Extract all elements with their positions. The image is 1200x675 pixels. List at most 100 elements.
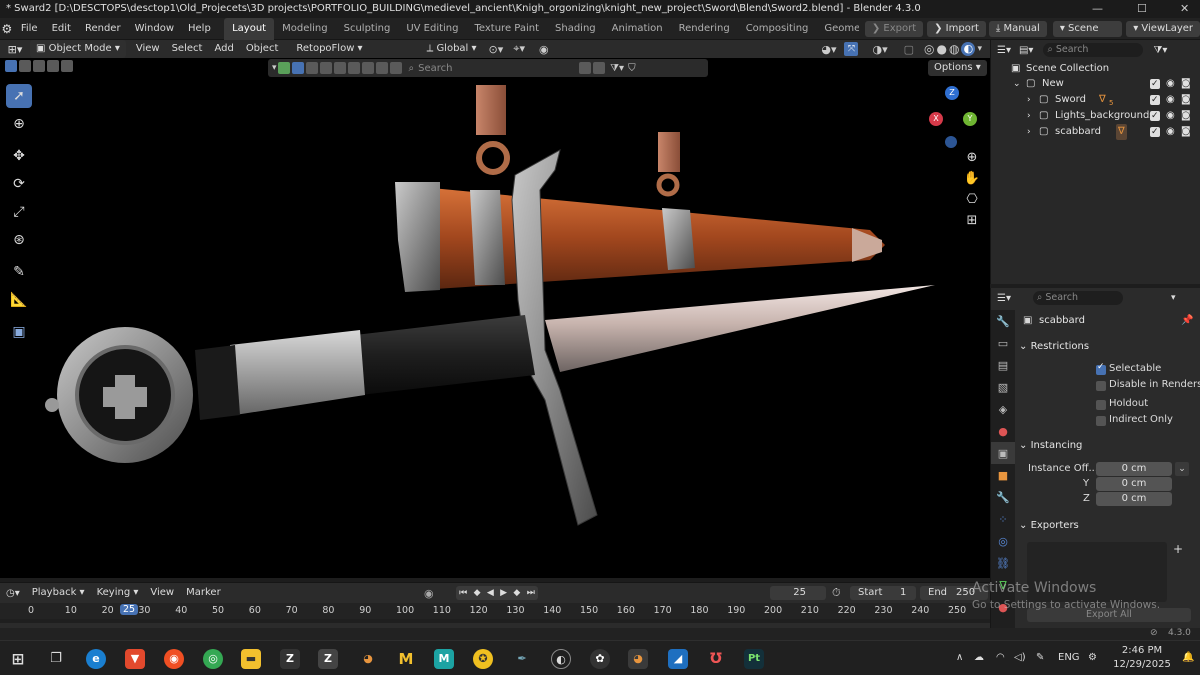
move-tool[interactable]: ✥ [6,144,32,168]
camera-icon[interactable]: ◙ [1181,76,1191,92]
collection-new-checkbox[interactable] [1150,76,1160,92]
add-cube-tool[interactable]: ▣ [6,320,32,344]
play-reverse-icon[interactable]: ◀ [487,588,494,598]
substance-painter-icon[interactable]: Pt [744,649,764,669]
menu-timeline-view[interactable]: View [144,584,180,602]
gizmo-y-axis[interactable]: Y [963,112,977,126]
outliner-item-scabbard[interactable]: › ▢ scabbard ∇ ◉ ◙ [991,124,1200,140]
shading-options-icon[interactable]: ▾ [977,44,982,54]
outliner-scene-collection[interactable]: ▣ Scene Collection [991,61,1200,77]
chevron-down-icon[interactable]: ⌄ [1175,462,1189,476]
select-intersect-icon[interactable] [61,60,73,72]
jump-start-icon[interactable]: ⏮ [459,588,467,598]
prev-keyframe-icon[interactable]: ◆ [474,588,481,598]
chevron-right-icon[interactable]: › [1027,108,1031,124]
next-keyframe-icon[interactable]: ◆ [513,588,520,598]
tab-uv-editing[interactable]: UV Editing [398,18,466,40]
selectable-checkbox[interactable] [1096,362,1106,375]
rf-tool-1-icon[interactable] [305,62,318,74]
file-explorer-icon[interactable]: ▬ [241,649,261,669]
scabbard-checkbox[interactable] [1150,124,1160,140]
tab-output-icon[interactable]: ▤ [991,354,1015,376]
camera-icon[interactable]: ◙ [1181,92,1191,108]
rf-tool-6-icon[interactable] [375,62,388,74]
language-indicator[interactable]: ENG [1058,652,1080,663]
add-exporter-icon[interactable]: + [1173,542,1183,556]
pen-app-icon[interactable]: ✒ [512,649,532,669]
maximize-icon[interactable]: ☐ [1137,2,1147,15]
chevron-down-icon[interactable]: ▾ [1171,293,1176,303]
tab-layout[interactable]: Layout [224,17,275,40]
viewport-search-input[interactable]: Search [418,63,578,74]
blender-taskbar-icon[interactable]: ◕ [358,649,378,669]
3d-viewport[interactable]: ▾ ⌕ Search ⧩▾ ⛉ Options ▾ Z X Y ⊕ ✋ ⎔ ⊞ [0,58,990,578]
instance-offset-x-field[interactable]: 0 cm [1096,462,1172,476]
eye-icon[interactable]: ◉ [1166,108,1175,124]
instance-offset-y-field[interactable]: 0 cm [1096,477,1172,491]
menu-marker[interactable]: Marker [180,584,227,602]
rf-tool-5-icon[interactable] [361,62,374,74]
annotate-tool[interactable]: ✎ [6,260,32,284]
settings-gear-icon[interactable]: ⚙ [1088,652,1097,663]
tray-chevron-icon[interactable]: ∧ [956,652,963,663]
disable-in-renders-checkbox[interactable] [1096,381,1106,391]
transform-orientation-selector[interactable]: ⟂ Global ▾ [421,40,483,58]
tab-scene-icon[interactable]: ◈ [991,398,1015,420]
taskbar-date[interactable]: 12/29/2025 [1110,659,1174,670]
pin-icon[interactable]: 📌 [1181,315,1193,326]
chevron-down-icon[interactable]: ⌄ [1013,76,1021,92]
chevron-down-icon[interactable]: ▾ [272,63,277,73]
blender-logo-icon[interactable]: ⚙ [0,22,14,36]
wifi-icon[interactable]: ◠ [996,652,1005,663]
menu-render[interactable]: Render [78,18,128,40]
stopwatch-icon[interactable]: ⏱ [832,586,841,600]
rf-tool-3-icon[interactable] [333,62,346,74]
close-icon[interactable]: ✕ [1180,2,1189,15]
exporters-section-header[interactable]: ⌄ Exporters [1019,517,1079,535]
zoom-icon[interactable]: ⊕ [962,150,982,165]
tab-compositing[interactable]: Compositing [738,18,817,40]
tab-render-icon[interactable]: ▭ [991,332,1015,354]
app-m-icon[interactable]: M [396,649,416,669]
menu-help[interactable]: Help [181,18,218,40]
outliner-filter-icon[interactable]: ⧩▾ [1153,45,1167,56]
display-mode-icon[interactable]: ▤▾ [1019,45,1033,56]
scale-tool[interactable]: ⤢ [6,200,32,224]
gizmo-neg-z-axis[interactable] [945,136,957,148]
xray-icon[interactable]: ▢ [904,43,914,56]
overlay-icon[interactable]: ◑▾ [872,43,887,56]
tab-physics-icon[interactable]: ◎ [991,530,1015,552]
camera-icon[interactable]: ◙ [1181,124,1191,140]
app-round-icon[interactable]: ✪ [473,649,493,669]
outliner-search-field[interactable]: ⌕ Search [1043,43,1144,57]
tab-sculpting[interactable]: Sculpting [336,18,399,40]
maya-icon[interactable]: M [434,649,454,669]
gizmo-x-axis[interactable]: X [929,112,943,126]
tab-rendering[interactable]: Rendering [671,18,738,40]
pen-tray-icon[interactable]: ✎ [1036,652,1044,663]
manual-button[interactable]: ⤓ Manual [988,20,1047,37]
chrome-icon[interactable]: ◎ [203,649,223,669]
tab-world-icon[interactable]: ● [991,420,1015,442]
tab-tool-icon[interactable]: 🔧 [991,310,1015,332]
rf-tool-7-icon[interactable] [389,62,402,74]
shading-rendered-icon[interactable]: ◐ [961,42,976,56]
app-blue-icon[interactable]: ◢ [668,649,688,669]
menu-add[interactable]: Add [208,40,239,58]
brave-icon[interactable]: ▼ [125,649,145,669]
menu-keying[interactable]: Keying ▾ [91,584,145,602]
rf-tool-4-icon[interactable] [347,62,360,74]
task-view-icon[interactable]: ❐ [46,649,66,669]
davinci-icon[interactable]: ✿ [590,649,610,669]
import-button[interactable]: ❯ Import [927,20,986,37]
layout-icon[interactable] [593,62,606,74]
play-icon[interactable]: ▶ [500,588,507,598]
scene-selector[interactable]: ▾ Scene [1052,20,1123,37]
indirect-only-checkbox[interactable] [1096,416,1106,426]
eye-icon[interactable]: ◉ [1166,92,1175,108]
outliner-item-lights[interactable]: › ▢ Lights_backgrounds ◉ ◙ [991,108,1200,124]
filter-icon[interactable]: ⧩▾ [610,63,624,74]
rf-tool-2-icon[interactable] [319,62,332,74]
edge-icon[interactable]: e [86,649,106,669]
eye-icon[interactable]: ◉ [1166,76,1175,92]
